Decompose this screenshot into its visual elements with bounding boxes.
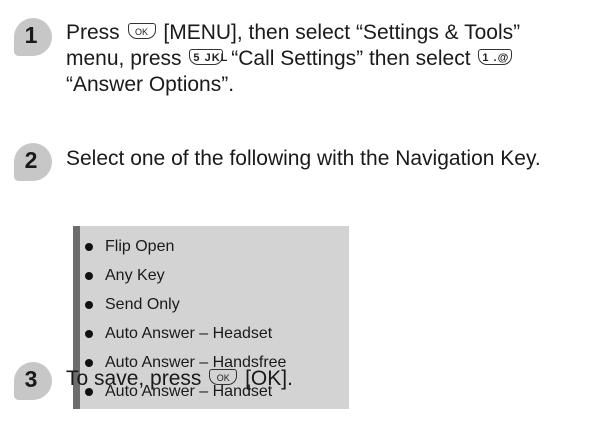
key-1-icon: 1 .@: [478, 49, 513, 66]
bullet-icon: [85, 301, 93, 309]
bullet-icon: [85, 243, 93, 251]
key-5-icon: 5 JKL: [189, 49, 227, 66]
step-number-badge: 1: [14, 18, 52, 56]
step-text: “Call Settings” then select: [231, 47, 471, 70]
step-text: Press: [66, 21, 120, 44]
ok-key-icon: OK: [127, 23, 156, 40]
step-number-badge: 2: [14, 143, 52, 181]
step-1-line-2: menu, press 5 JKL “Call Settings” then s…: [66, 46, 520, 72]
option-label: Flip Open: [105, 238, 175, 255]
step-text: To save, press: [66, 367, 202, 390]
option-label: Any Key: [105, 267, 165, 284]
step-text: [MENU], then select “Settings & Tools”: [163, 21, 521, 44]
step-number-badge: 3: [14, 362, 52, 400]
option-label: Send Only: [105, 296, 180, 313]
bullet-icon: [85, 272, 93, 280]
step-number: 2: [24, 147, 38, 173]
step-3-text: To save, press OK [OK].: [66, 366, 293, 392]
step-2-text: Select one of the following with the Nav…: [66, 147, 541, 170]
ok-key-icon: OK: [209, 369, 238, 386]
step-text: [OK].: [245, 367, 293, 390]
step-number: 3: [24, 366, 38, 392]
step-number: 1: [24, 22, 38, 48]
step-text: menu, press: [66, 47, 182, 70]
bullet-icon: [85, 330, 93, 338]
step-1-text: Press OK [MENU], then select “Settings &…: [66, 20, 520, 98]
step-1-line-1: Press OK [MENU], then select “Settings &…: [66, 20, 520, 46]
step-1-line-3: “Answer Options”.: [66, 73, 235, 96]
manual-page: { "steps": [ { "number": "1", "line1": {…: [0, 0, 601, 427]
option-label: Auto Answer – Headset: [105, 325, 273, 342]
